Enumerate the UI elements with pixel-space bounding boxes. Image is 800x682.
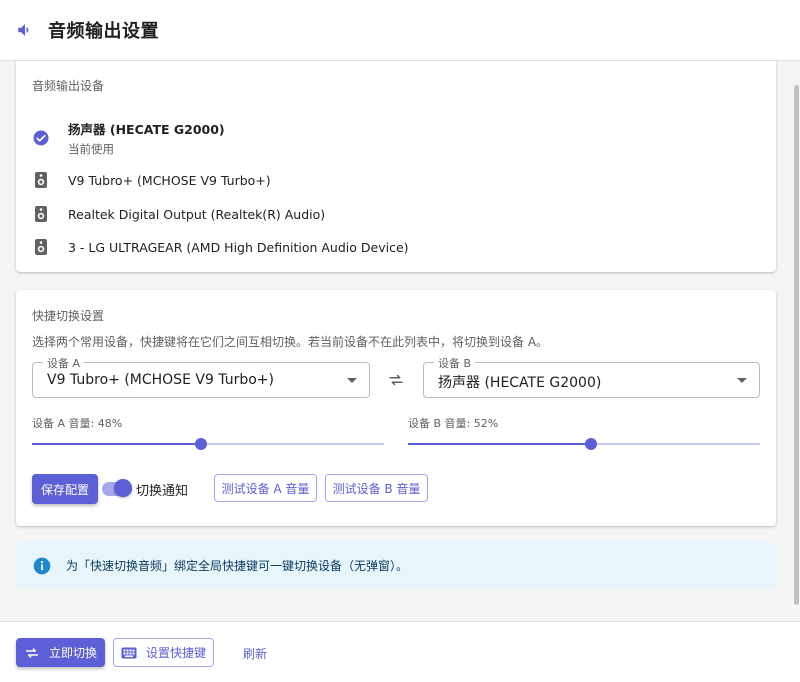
speaker-icon bbox=[32, 238, 50, 256]
device-name: V9 Tubro+ (MCHOSE V9 Turbo+) bbox=[68, 172, 271, 188]
device-item[interactable]: V9 Tubro+ (MCHOSE V9 Turbo+) bbox=[32, 171, 271, 189]
device-name: 扬声器 (HECATE G2000) bbox=[68, 122, 225, 137]
volume-icon bbox=[16, 20, 36, 40]
chevron-down-icon bbox=[737, 378, 747, 383]
notify-toggle[interactable] bbox=[102, 479, 132, 498]
device-name: Realtek Digital Output (Realtek(R) Audio… bbox=[68, 206, 326, 222]
notify-label: 切换通知 bbox=[136, 484, 189, 499]
device-item[interactable]: 3 - LG ULTRAGEAR (AMD High Definition Au… bbox=[32, 238, 409, 256]
page-title: 音频输出设置 bbox=[48, 21, 159, 42]
volume-a-label: 设备 A 音量: 48% bbox=[32, 417, 123, 430]
device-b-value: 扬声器 (HECATE G2000) bbox=[438, 375, 602, 391]
volume-a-thumb[interactable] bbox=[194, 438, 207, 450]
save-config-button[interactable]: 保存配置 bbox=[32, 474, 98, 504]
device-a-select[interactable]: 设备 A V9 Tubro+ (MCHOSE V9 Turbo+) bbox=[32, 355, 370, 398]
volume-a-fill bbox=[32, 443, 201, 445]
output-devices-label: 音频输出设备 bbox=[32, 79, 105, 93]
quick-switch-card: 快捷切换设置 选择两个常用设备，快捷键将在它们之间互相切换。若当前设备不在此列表… bbox=[16, 290, 776, 526]
device-status: 当前使用 bbox=[68, 142, 114, 156]
info-text: 为「快速切换音频」绑定全局快捷键可一键切换设备（无弹窗）。 bbox=[66, 559, 409, 573]
set-hotkey-button[interactable]: 设置快捷键 bbox=[113, 638, 214, 667]
toggle-knob bbox=[114, 479, 132, 497]
main-content[interactable]: 音频输出设备 扬声器 (HECATE G2000) 当前使用 V9 Tubro+… bbox=[0, 61, 792, 621]
device-a-legend: 设备 A bbox=[43, 355, 85, 371]
device-b-legend: 设备 B bbox=[434, 355, 476, 371]
device-item-current[interactable]: 扬声器 (HECATE G2000) 当前使用 bbox=[32, 119, 225, 157]
keyboard-icon bbox=[121, 647, 137, 659]
device-item[interactable]: Realtek Digital Output (Realtek(R) Audio… bbox=[32, 205, 325, 223]
info-icon bbox=[32, 556, 52, 576]
header: 音频输出设置 bbox=[0, 0, 800, 61]
quick-switch-label: 快捷切换设置 bbox=[32, 309, 105, 323]
test-device-b-button[interactable]: 测试设备 B 音量 bbox=[325, 474, 428, 502]
swap-icon bbox=[387, 371, 405, 393]
quick-switch-description: 选择两个常用设备，快捷键将在它们之间互相切换。若当前设备不在此列表中，将切换到设… bbox=[32, 335, 549, 349]
device-b-select[interactable]: 设备 B 扬声器 (HECATE G2000) bbox=[423, 355, 760, 398]
scrollbar-thumb[interactable] bbox=[794, 85, 799, 605]
set-hotkey-label: 设置快捷键 bbox=[145, 646, 206, 660]
switch-now-button[interactable]: 立即切换 bbox=[16, 638, 105, 667]
volume-a-slider[interactable] bbox=[32, 438, 384, 450]
output-devices-card: 音频输出设备 扬声器 (HECATE G2000) 当前使用 V9 Tubro+… bbox=[16, 61, 776, 272]
volume-b-thumb[interactable] bbox=[585, 438, 598, 450]
swap-icon bbox=[24, 645, 40, 661]
volume-b-slider[interactable] bbox=[408, 438, 760, 450]
volume-b-label: 设备 B 音量: 52% bbox=[408, 417, 499, 430]
device-name: 3 - LG ULTRAGEAR (AMD High Definition Au… bbox=[68, 239, 409, 255]
device-a-value: V9 Tubro+ (MCHOSE V9 Turbo+) bbox=[47, 372, 274, 388]
check-circle-icon bbox=[32, 129, 50, 147]
speaker-icon bbox=[32, 205, 50, 223]
footer: 立即切换 设置快捷键 刷新 bbox=[0, 621, 800, 682]
scrollbar[interactable] bbox=[792, 61, 800, 621]
volume-b-fill bbox=[408, 443, 592, 445]
chevron-down-icon bbox=[347, 378, 357, 383]
switch-now-label: 立即切换 bbox=[48, 646, 97, 660]
info-alert: 为「快速切换音频」绑定全局快捷键可一键切换设备（无弹窗）。 bbox=[16, 542, 776, 589]
test-device-a-button[interactable]: 测试设备 A 音量 bbox=[214, 474, 317, 502]
refresh-button[interactable]: 刷新 bbox=[243, 645, 267, 662]
speaker-icon bbox=[32, 171, 50, 189]
